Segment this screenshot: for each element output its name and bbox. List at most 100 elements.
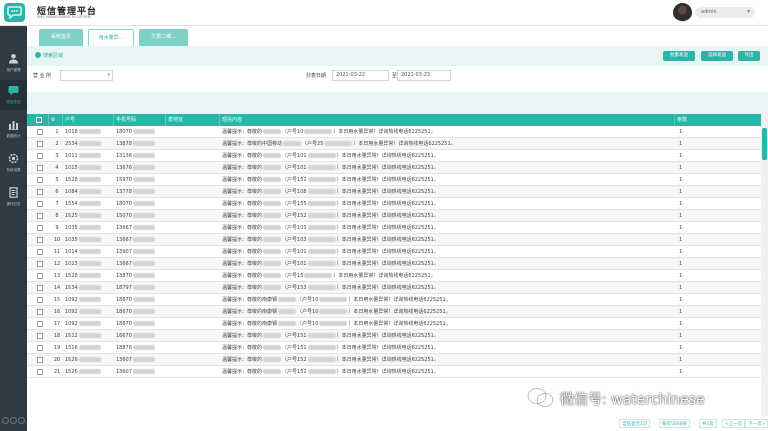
row-checkbox[interactable]	[37, 309, 43, 315]
row-checkbox[interactable]	[37, 273, 43, 279]
table-row[interactable]: 8 1525 15070 温馨提示：尊敬的 （户号152 ）本日用水量异常！详询热线电话6…	[27, 210, 768, 222]
pager-total-pages: 共1页	[699, 419, 717, 428]
row-checkbox[interactable]	[37, 201, 43, 207]
row-checkbox[interactable]	[37, 237, 43, 243]
tab-water-usage[interactable]: 用水量异...	[88, 29, 134, 46]
meter-cell	[168, 366, 220, 378]
table-row[interactable]: 11 1014 13907 温馨提示：尊敬的 （户号101 ）本日用水量异常！详询热线电话…	[27, 246, 768, 258]
row-checkbox[interactable]	[37, 261, 43, 267]
table-row[interactable]: 12 1013 13667 温馨提示：尊敬的 （户号101 ）本日用水量异常！详询热线电话…	[27, 258, 768, 270]
row-number: 18	[53, 333, 61, 339]
row-checkbox[interactable]	[37, 285, 43, 291]
pager-next-button[interactable]: 下一页>	[745, 419, 768, 428]
table-row[interactable]: 17 1092 18670 温馨提示：尊敬的南康钢 （户号10 ）本日用水量异常！详询热线…	[27, 318, 768, 330]
meter-cell	[168, 342, 220, 354]
row-checkbox[interactable]	[37, 345, 43, 351]
table-row[interactable]: 2 2534 13878 温馨提示：尊敬的中国移动 （户号25 ）本日用水量异常！详询热线…	[27, 138, 768, 150]
table-row[interactable]: 4 1015 13676 温馨提示：尊敬的 （户号101 ）本日用水量异常！详询热线电话6…	[27, 162, 768, 174]
row-checkbox[interactable]	[37, 189, 43, 195]
vertical-scrollbar[interactable]	[761, 114, 768, 416]
row-checkbox[interactable]	[37, 141, 43, 147]
select-all-checkbox[interactable]	[27, 114, 49, 126]
message-account: （户号101	[282, 249, 307, 255]
search-area-toggle[interactable]: 搜索区域	[35, 51, 64, 60]
sidebar-item-settings[interactable]: 系统设置	[0, 148, 27, 178]
table-row[interactable]: 16 1092 18670 温馨提示：尊敬的南康钢 （户号10 ）本日用水量异常！详询热线…	[27, 306, 768, 318]
table-row[interactable]: 21 1526 13607 温馨提示：尊敬的 （户号152 ）本日用水量异常！详询热线电话…	[27, 366, 768, 378]
avatar[interactable]	[673, 3, 692, 22]
row-number: 12	[53, 261, 61, 267]
account-cell: 1092	[65, 318, 114, 330]
bar-chart-icon	[8, 121, 19, 130]
message-cell: 温馨提示：尊敬的 （户号151 ）本日用水量异常！详询热线电话6225251。	[222, 342, 675, 354]
message-cell: 温馨提示：尊敬的 （户号101 ）本日用水量异常！详询热线电话6225251。	[222, 258, 675, 270]
column-header-meter: 表地址	[166, 114, 220, 126]
row-number: 11	[53, 249, 61, 255]
phone-value: 13667	[116, 237, 132, 243]
meter-cell	[168, 162, 220, 174]
table-row[interactable]: 5 1528 15970 温馨提示：尊敬的 （户号152 ）本日用水量异常！详询热线电话6…	[27, 174, 768, 186]
pager-prev-button[interactable]: <上一页	[722, 419, 746, 428]
row-checkbox[interactable]	[37, 165, 43, 171]
date-to-input[interactable]: 2021-03-23	[397, 70, 451, 81]
count-cell: 1	[679, 261, 683, 267]
table-row[interactable]: 19 1516 18876 温馨提示：尊敬的 （户号151 ）本日用水量异常！详询热线电话…	[27, 342, 768, 354]
table-row[interactable]: 14 1534 18797 温馨提示：尊敬的 （户号153 ）本日用水量异常！详询热线电话…	[27, 282, 768, 294]
expand-icon[interactable]	[10, 417, 17, 424]
date-from-input[interactable]: 2021-03-22	[332, 70, 389, 81]
row-checkbox[interactable]	[37, 129, 43, 135]
table-row[interactable]: 3 1011 13136 温馨提示：尊敬的 （户号101 ）本日用水量异常！详询热线电话6…	[27, 150, 768, 162]
meter-cell	[168, 258, 220, 270]
select-send-button[interactable]: 选择发送	[701, 51, 733, 61]
scrollbar-thumb[interactable]	[762, 128, 767, 160]
row-checkbox[interactable]	[37, 225, 43, 231]
row-number: 1	[55, 129, 59, 135]
company-select[interactable]: ▾	[60, 70, 113, 81]
table-row[interactable]: 20 1526 13607 温馨提示：尊敬的 （户号152 ）本日用水量异常！详询热线电话…	[27, 354, 768, 366]
table-row[interactable]: 6 1084 13778 温馨提示：尊敬的 （户号108 ）本日用水量异常！详询热线电话6…	[27, 186, 768, 198]
batch-send-button[interactable]: 批量发送	[663, 51, 695, 61]
settings-gear-icon[interactable]: ⚙	[49, 114, 63, 126]
table-row[interactable]: 15 1092 18670 温馨提示：尊敬的南康钢 （户号10 ）本日用水量异常！详询热线…	[27, 294, 768, 306]
user-menu[interactable]: admin ▾	[673, 3, 758, 22]
tab-arrears-qr[interactable]: 欠费二维...	[139, 29, 188, 46]
table-row[interactable]: 1 1018 18070 温馨提示：尊敬的 （户号10 ）本日用水量异常！详询热线电话62…	[27, 126, 768, 138]
row-checkbox[interactable]	[37, 333, 43, 339]
account-value: 1526	[65, 357, 78, 363]
user-dropdown[interactable]: admin ▾	[695, 7, 755, 18]
message-cell: 温馨提示：尊敬的 （户号152 ）本日用水量异常！详询热线电话6225251。	[222, 210, 675, 222]
message-cell: 温馨提示：尊敬的 （户号152 ）本日用水量异常！详询热线电话6225251。	[222, 366, 675, 378]
export-button[interactable]: 导出	[738, 51, 760, 61]
table-row[interactable]: 7 1554 18070 温馨提示：尊敬的 （户号155 ）本日用水量异常！详询热线电话6…	[27, 198, 768, 210]
sidebar-item-stats[interactable]: 数据统计	[0, 114, 27, 144]
message-cell: 温馨提示：尊敬的 （户号15 ）本日用水量异常！详询热线电话6225251。	[222, 270, 675, 282]
sidebar-item-label: 操作日志	[6, 202, 21, 206]
refresh-icon[interactable]	[18, 417, 25, 424]
sidebar-item-users[interactable]: 用户管理	[0, 48, 27, 78]
row-number: 4	[55, 165, 59, 171]
phone-cell: 13667	[116, 234, 166, 246]
row-checkbox[interactable]	[37, 357, 43, 363]
table-row[interactable]: 10 1035 13667 温馨提示：尊敬的 （户号103 ）本日用水量异常！详询热线电话…	[27, 234, 768, 246]
tab-home[interactable]: 系统首页	[39, 29, 83, 46]
table-row[interactable]: 18 1512 16670 温馨提示：尊敬的 （户号151 ）本日用水量异常！详询热线电话…	[27, 330, 768, 342]
pager-page-size[interactable]: 每页5000条	[659, 419, 690, 428]
row-checkbox[interactable]	[37, 213, 43, 219]
row-checkbox[interactable]	[37, 369, 43, 375]
phone-cell: 18670	[116, 318, 166, 330]
row-checkbox[interactable]	[37, 177, 43, 183]
message-suffix: ）本日用水量异常！详询热线电话6225251。	[336, 225, 439, 231]
collapse-icon[interactable]	[2, 417, 9, 424]
table-row[interactable]: 9 1035 13667 温馨提示：尊敬的 （户号103 ）本日用水量异常！详询热线电话6…	[27, 222, 768, 234]
row-checkbox[interactable]	[37, 249, 43, 255]
row-checkbox[interactable]	[37, 297, 43, 303]
sidebar-item-logs[interactable]: 操作日志	[0, 182, 27, 212]
phone-cell: 15070	[116, 210, 166, 222]
table-row[interactable]: 13 1528 13870 温馨提示：尊敬的 （户号15 ）本日用水量异常！详询热线电话6…	[27, 270, 768, 282]
sidebar-item-sms[interactable]: 短信发送	[0, 80, 27, 110]
sidebar-collapse-controls[interactable]	[2, 417, 26, 427]
search-area-label: 搜索区域	[43, 53, 64, 59]
account-value: 1084	[65, 189, 78, 195]
row-checkbox[interactable]	[37, 321, 43, 327]
row-checkbox[interactable]	[37, 153, 43, 159]
